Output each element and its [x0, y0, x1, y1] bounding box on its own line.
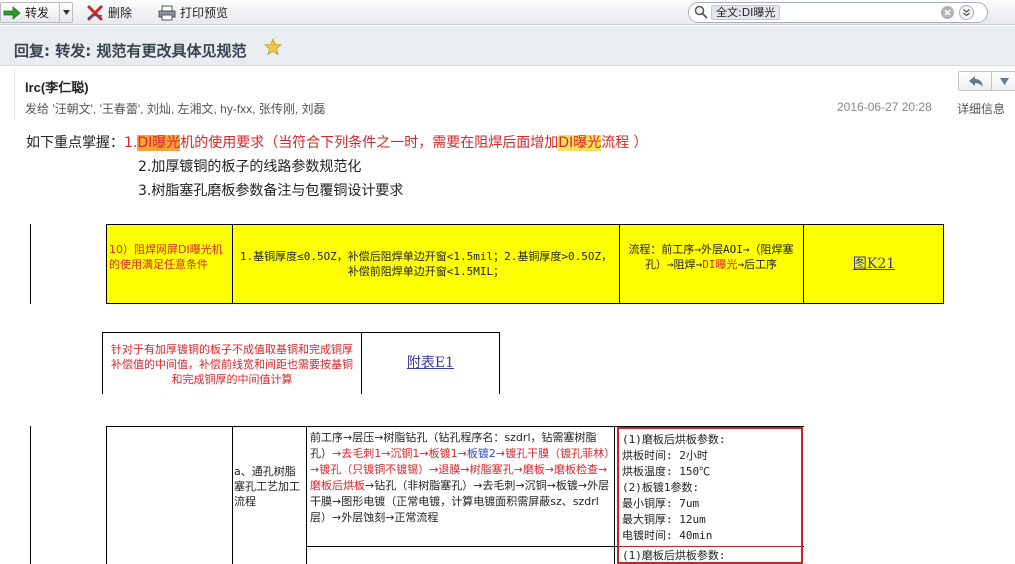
sender-name[interactable]: lrc(李仁聪) — [25, 77, 89, 96]
double-chevron-down-icon — [963, 9, 970, 17]
forward-dropdown-button[interactable] — [59, 3, 73, 22]
table1-rule-cell: 1.基铜厚度≤0.5OZ，补偿后阻焊单边开窗<1.5mil；2.基铜厚度>0.5… — [239, 250, 613, 278]
table1-flow-cell: 流程：前工序→外层AOI→（阻焊塞孔）→阻焊→DI曝光→后工序 — [622, 242, 800, 272]
subject-bar: 回复: 转发: 规范有更改具体见规范 — [0, 26, 1015, 66]
body-line-3: 3.树脂塞孔磨板参数备注与包覆铜设计要求 — [138, 183, 404, 199]
forward-arrow-icon — [3, 5, 21, 20]
toolbar: 转发 删除 打印预览 全文:DI曝光 — [0, 0, 1015, 25]
table1-flow-red: DI曝光 — [702, 258, 738, 271]
flow-text-red-1: →去毛刺1→沉铜1→板镀1→ — [332, 447, 467, 460]
param-line: (1)磨板后烘板参数: — [622, 433, 726, 446]
table3-params-next: (1)磨板后烘板参数: — [622, 549, 726, 562]
search-options-button[interactable] — [959, 5, 974, 20]
body-line-2: 2.加厚镀铜的板子的线路参数规范化 — [138, 159, 362, 175]
delete-icon — [87, 5, 103, 20]
forward-button[interactable]: 转发 — [0, 2, 73, 23]
printer-icon — [158, 5, 176, 20]
reply-icon[interactable] — [968, 75, 984, 88]
table3-params-cell: (1)磨板后烘板参数: 烘板时间: 2小时 烘板温度: 150℃ (2)板镀1参… — [622, 432, 800, 544]
search-input[interactable]: 全文:DI曝光 — [688, 2, 988, 23]
item1-middle: 机的使用要求（当符合下列条件之一时，需要在阻焊后面增加 — [180, 135, 559, 151]
param-line: 烘板温度: 150℃ — [622, 465, 711, 478]
delete-button[interactable]: 删除 — [86, 2, 132, 23]
table3-process-label: a、通孔树脂塞孔工艺加工流程 — [234, 465, 300, 508]
search-icon — [694, 5, 708, 19]
param-line: 最小铜厚: 7um — [622, 497, 700, 510]
print-preview-button[interactable]: 打印预览 — [158, 2, 228, 23]
details-link[interactable]: 详细信息 — [957, 100, 1005, 117]
flow-text-blue: 板镀2 — [466, 447, 496, 460]
message-header: lrc(李仁聪) 发给 '汪朝文', '王春蕾', 刘灿, 左湘文, hy-fx… — [14, 69, 1015, 119]
recipients-line: 发给 '汪朝文', '王春蕾', 刘灿, 左湘文, hy-fxx, 张传刚, 刘… — [25, 102, 326, 116]
body-line-1: 如下重点掌握：1.DI曝光机的使用要求（当符合下列条件之一时，需要在阻焊后面增加… — [26, 132, 648, 152]
star-icon[interactable] — [264, 38, 282, 56]
reply-button-group — [958, 71, 1015, 91]
param-line: 电镀时间: 40min — [622, 529, 713, 542]
item1-prefix: 1. — [124, 135, 138, 151]
param-line: (2)板镀1参数: — [622, 481, 700, 494]
appendix-e1-link[interactable]: 附表E1 — [362, 356, 499, 371]
table1-condition-cell: 10）阻焊网屏DI曝光机的使用满足任意条件 — [109, 243, 223, 271]
message-subject: 回复: 转发: 规范有更改具体见规范 — [14, 42, 247, 60]
clear-search-icon[interactable] — [941, 6, 954, 19]
table3-flow-cell: 前工序→层压→树脂钻孔（钻孔程序名：szdrl，钻需塞树脂孔）→去毛刺1→沉铜1… — [310, 430, 612, 526]
table1-flow-text-b: →后工序 — [737, 258, 778, 271]
param-line: 烘板时间: 2小时 — [622, 449, 708, 462]
param-line: 最大铜厚: 12um — [622, 513, 706, 526]
message-datetime: 2016-06-27 20:28 — [837, 100, 932, 114]
forward-label: 转发 — [25, 6, 50, 20]
print-preview-label: 打印预览 — [180, 6, 229, 20]
item1-suffix: 流程 ） — [601, 135, 648, 151]
item1-highlight-2: DI曝光 — [558, 135, 602, 151]
figure-k21-link[interactable]: 图K21 — [806, 257, 942, 272]
table2-thick-copper-cell: 针对于有加厚镀铜的板子不成值取基铜和完成铜厚补偿值的中间值，补偿前线宽和间距也需… — [111, 343, 353, 386]
chevron-down-icon[interactable] — [1000, 78, 1009, 85]
intro-text: 如下重点掌握： — [26, 135, 124, 151]
delete-label: 删除 — [108, 6, 133, 20]
search-scope-tag[interactable]: 全文:DI曝光 — [711, 5, 781, 20]
chevron-down-icon — [63, 10, 70, 15]
item1-highlight-1: DI曝光 — [137, 135, 181, 151]
